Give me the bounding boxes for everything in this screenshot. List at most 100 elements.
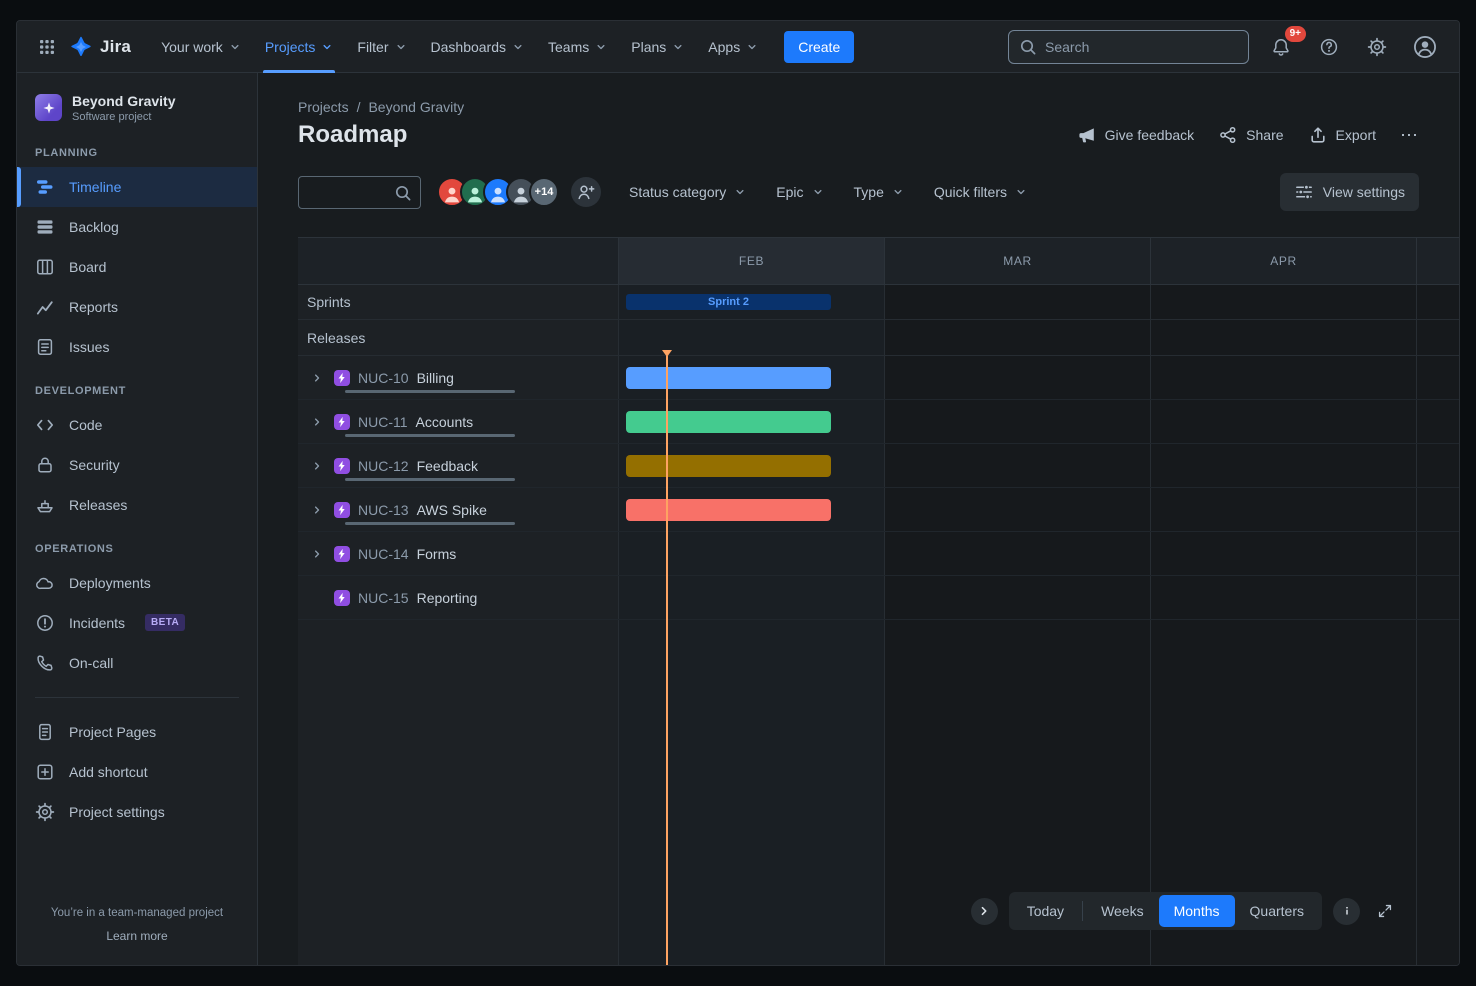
epic-name[interactable]: AWS Spike	[417, 502, 487, 518]
view-settings-button[interactable]: View settings	[1280, 173, 1419, 211]
epic-name[interactable]: Reporting	[417, 590, 478, 606]
project-sidebar: Beyond Gravity Software project PLANNING…	[17, 73, 258, 965]
search-icon	[393, 183, 413, 203]
profile-button[interactable]	[1409, 31, 1441, 63]
share-button[interactable]: Share	[1218, 125, 1283, 145]
board-icon	[35, 257, 55, 277]
project-name: Beyond Gravity	[72, 93, 175, 111]
sidebar-item-deployments[interactable]: Deployments	[17, 563, 257, 603]
breadcrumb-project-name[interactable]: Beyond Gravity	[368, 99, 464, 115]
cloud-icon	[35, 573, 55, 593]
fullscreen-button[interactable]	[1371, 897, 1399, 925]
timeline-month-header: FEB MAR APR	[298, 238, 1459, 285]
sidebar-item-project-settings[interactable]: Project settings	[17, 792, 257, 832]
epic-icon	[334, 590, 350, 606]
help-button[interactable]	[1313, 31, 1345, 63]
sidebar-item-reports[interactable]: Reports	[17, 287, 257, 327]
section-label-development: DEVELOPMENT	[17, 367, 257, 405]
epic-name[interactable]: Billing	[417, 370, 454, 386]
app-switcher-button[interactable]	[31, 31, 63, 63]
sidebar-item-security[interactable]: Security	[17, 445, 257, 485]
expand-chevron-icon[interactable]	[308, 457, 326, 475]
expand-chevron-icon[interactable]	[308, 413, 326, 431]
epic-key: NUC-13	[358, 502, 409, 518]
epic-icon	[334, 546, 350, 562]
expand-chevron-icon[interactable]	[308, 501, 326, 519]
jira-logo-icon	[69, 35, 93, 59]
sidebar-item-code[interactable]: Code	[17, 405, 257, 445]
filter-quick-filters[interactable]: Quick filters	[924, 176, 1037, 208]
sidebar-item-project-pages[interactable]: Project Pages	[17, 712, 257, 752]
nav-plans[interactable]: Plans	[619, 21, 696, 73]
sidebar-item-add-shortcut[interactable]: Add shortcut	[17, 752, 257, 792]
expand-chevron-icon[interactable]	[308, 369, 326, 387]
nav-apps[interactable]: Apps	[696, 21, 770, 73]
give-feedback-button[interactable]: Give feedback	[1077, 125, 1195, 145]
epic-name[interactable]: Accounts	[416, 414, 474, 430]
learn-more-link[interactable]: Learn more	[106, 929, 167, 943]
zoom-quarters-button[interactable]: Quarters	[1235, 895, 1319, 927]
expand-chevron-icon[interactable]	[308, 545, 326, 563]
month-header-feb: FEB	[618, 238, 884, 284]
sidebar-item-timeline[interactable]: Timeline	[17, 167, 257, 207]
epic-bar[interactable]	[626, 499, 831, 521]
epic-key: NUC-11	[358, 414, 408, 430]
today-button[interactable]: Today	[1012, 895, 1079, 927]
zoom-months-button[interactable]: Months	[1159, 895, 1235, 927]
megaphone-icon	[1077, 125, 1097, 145]
sidebar-item-incidents[interactable]: Incidents BETA	[17, 603, 257, 643]
filter-epic[interactable]: Epic	[766, 176, 833, 208]
epic-bar[interactable]	[626, 367, 831, 389]
main-content: Projects / Beyond Gravity Roadmap Give f…	[258, 73, 1459, 965]
backlog-icon	[35, 217, 55, 237]
primary-nav: Your work Projects Filter Dashboards Tea…	[149, 21, 770, 73]
breadcrumb-projects[interactable]: Projects	[298, 99, 349, 115]
chevron-down-icon	[812, 186, 824, 198]
filter-type[interactable]: Type	[844, 176, 914, 208]
settings-button[interactable]	[1361, 31, 1393, 63]
filter-status-category[interactable]: Status category	[619, 176, 756, 208]
global-search-input[interactable]	[1008, 30, 1249, 64]
info-icon	[1339, 903, 1355, 919]
zoom-weeks-button[interactable]: Weeks	[1086, 895, 1159, 927]
project-header[interactable]: Beyond Gravity Software project	[17, 93, 257, 129]
sprints-label: Sprints	[298, 294, 618, 310]
sidebar-item-issues[interactable]: Issues	[17, 327, 257, 367]
jira-logo[interactable]: Jira	[69, 35, 131, 59]
breadcrumb-separator: /	[357, 99, 361, 115]
export-button[interactable]: Export	[1308, 125, 1376, 145]
add-person-icon	[576, 182, 596, 202]
create-button[interactable]: Create	[784, 31, 854, 63]
nav-projects[interactable]: Projects	[253, 21, 346, 73]
nav-your-work[interactable]: Your work	[149, 21, 253, 73]
epic-name[interactable]: Feedback	[417, 458, 478, 474]
nav-teams[interactable]: Teams	[536, 21, 619, 73]
jira-logo-text: Jira	[100, 37, 131, 57]
today-marker	[666, 356, 668, 965]
sidebar-item-on-call[interactable]: On-call	[17, 643, 257, 683]
info-button[interactable]	[1333, 898, 1360, 925]
alert-icon	[35, 613, 55, 633]
epic-bar[interactable]	[626, 455, 831, 477]
nav-dashboards[interactable]: Dashboards	[419, 21, 537, 73]
document-icon	[35, 722, 55, 742]
add-person-button[interactable]	[571, 177, 601, 207]
more-actions-button[interactable]: ⋯	[1400, 125, 1419, 146]
notifications-button[interactable]: 9+	[1265, 31, 1297, 63]
sidebar-item-backlog[interactable]: Backlog	[17, 207, 257, 247]
scroll-right-button[interactable]	[971, 898, 998, 925]
sidebar-item-board[interactable]: Board	[17, 247, 257, 287]
section-label-operations: OPERATIONS	[17, 525, 257, 563]
epic-name[interactable]: Forms	[417, 546, 457, 562]
sidebar-item-releases[interactable]: Releases	[17, 485, 257, 525]
epic-icon	[334, 370, 350, 386]
timeline-search	[298, 176, 421, 209]
avatar-overflow[interactable]: +14	[529, 177, 559, 207]
epic-bar[interactable]	[626, 411, 831, 433]
epic-key: NUC-12	[358, 458, 409, 474]
team-managed-note: You’re in a team-managed project	[31, 907, 243, 919]
grid-icon	[39, 39, 55, 55]
nav-filter[interactable]: Filter	[345, 21, 418, 73]
sprint-bar[interactable]: Sprint 2	[626, 294, 831, 310]
epic-progress-track	[345, 478, 515, 481]
